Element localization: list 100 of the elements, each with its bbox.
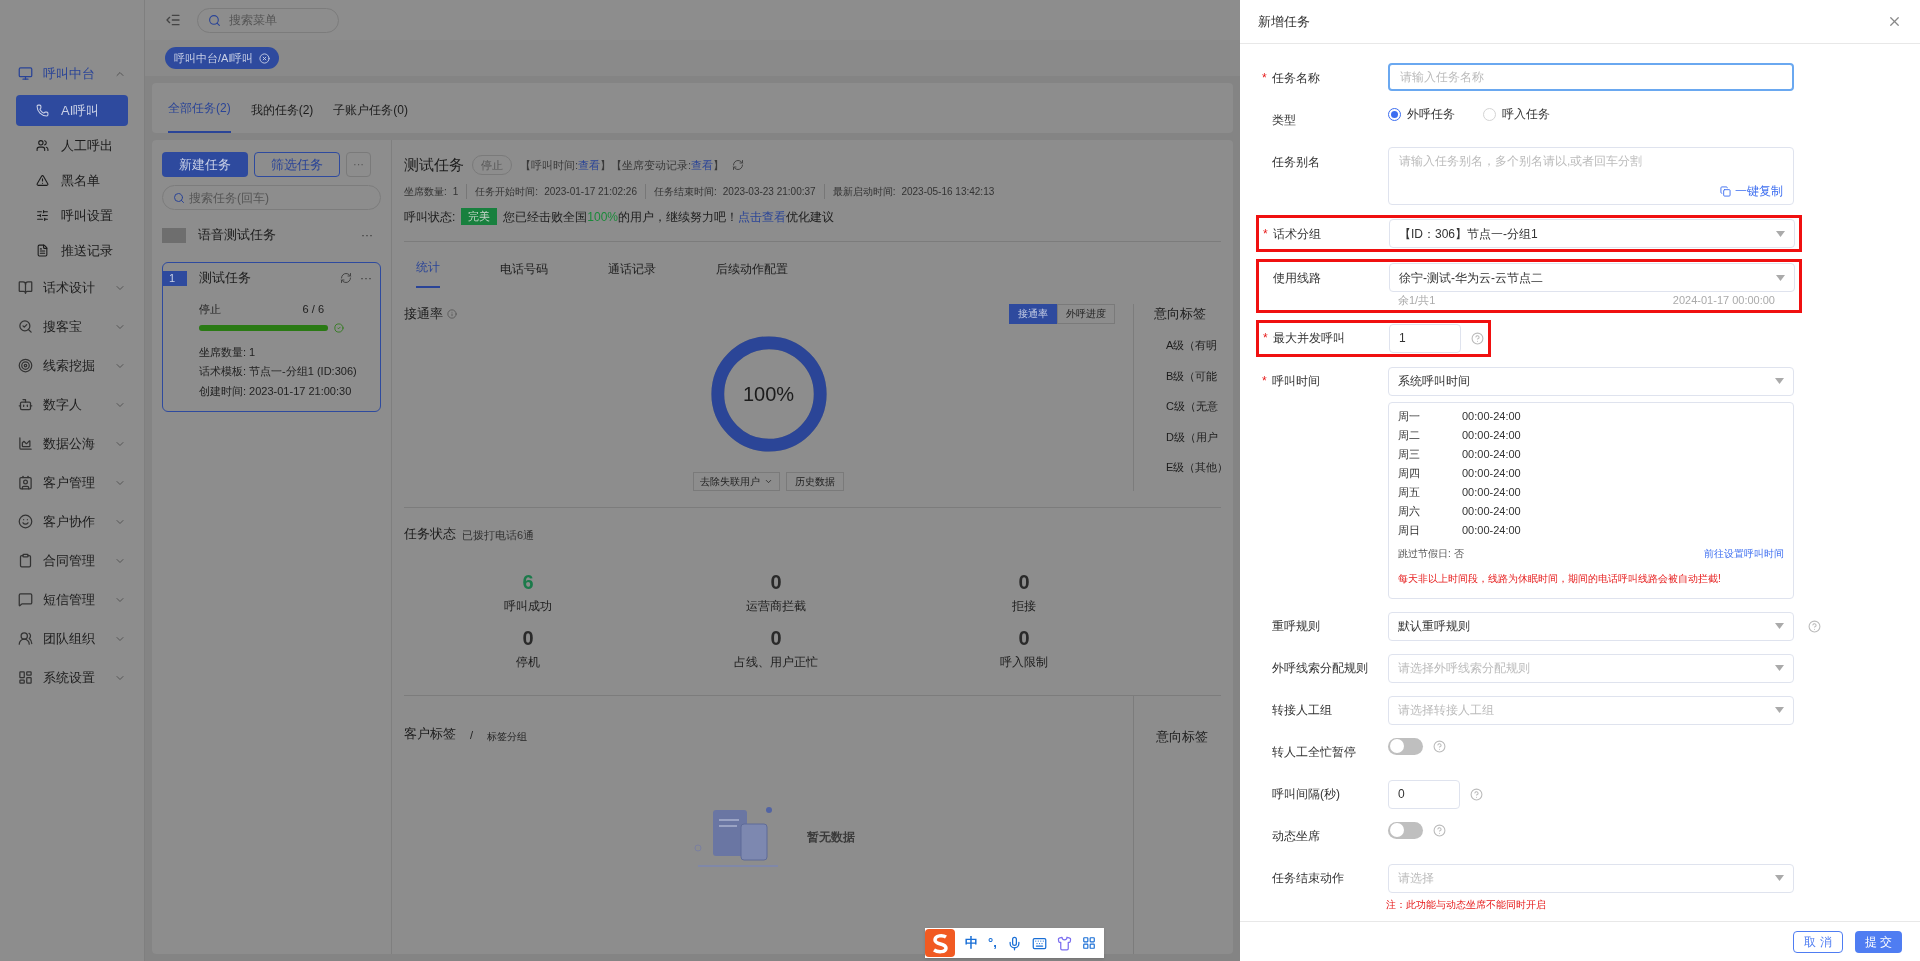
select-field[interactable]: 系统呼叫时间 <box>1388 366 1794 396</box>
radio-option[interactable]: 外呼任务 <box>1388 105 1455 123</box>
copy-all-link[interactable]: 一键复制 <box>1720 182 1783 200</box>
sidebar-item[interactable]: 合同管理 <box>0 541 144 580</box>
stat-label: 停机 <box>516 654 540 671</box>
help-icon[interactable] <box>1470 787 1483 801</box>
refresh-icon[interactable] <box>340 272 352 284</box>
stat-label: 占线、用户正忙 <box>734 654 818 671</box>
intent-tag: B级（可能 <box>1154 367 1221 384</box>
sidebar-item[interactable]: 数据公海 <box>0 424 144 463</box>
help-icon[interactable] <box>1471 331 1484 345</box>
warning-text: 每天非以上时间段，线路为休眠时间，期间的电话呼叫线路会被自动拦截! <box>1398 571 1722 586</box>
toggle-switch[interactable] <box>1388 821 1423 839</box>
keyboard-icon[interactable] <box>1031 935 1047 951</box>
toggle-button[interactable]: 接通率 <box>1009 303 1057 324</box>
select-field[interactable]: 【ID：306】节点一-分组1 <box>1389 219 1795 248</box>
submenu-item[interactable]: 呼叫设置 <box>16 200 128 231</box>
toggle-switch[interactable] <box>1388 737 1423 755</box>
task-row[interactable]: 语音测试任务 ··· <box>162 220 381 250</box>
submenu-item[interactable]: 人工呼出 <box>16 130 128 161</box>
time-range: 00:00-24:00 <box>1462 446 1521 462</box>
intent-tag: E级（其他） <box>1154 459 1221 476</box>
field-label: 使用线路 <box>1273 269 1321 287</box>
sidebar-item[interactable]: 呼叫中台 <box>0 54 144 93</box>
number-input-field[interactable]: 1 <box>1389 323 1461 353</box>
sidebar-item[interactable]: 线索挖掘 <box>0 346 144 385</box>
sub-tab[interactable]: 电话号码 <box>500 259 548 288</box>
view-link[interactable]: 查看 <box>691 157 714 174</box>
intent-tag: C级（无意 <box>1154 398 1221 415</box>
sidebar-item[interactable]: 团队组织 <box>0 619 144 658</box>
view-link[interactable]: 点击查看 <box>738 209 787 224</box>
search-icon <box>208 13 221 27</box>
view-link[interactable]: 查看 <box>578 157 601 174</box>
sub-tab[interactable]: 通话记录 <box>608 259 656 288</box>
help-icon[interactable] <box>1433 823 1446 837</box>
ime-mode-button[interactable]: °, <box>988 933 997 953</box>
shirt-icon[interactable] <box>1056 935 1072 951</box>
section-title: 任务状态 <box>404 524 456 543</box>
microphone-icon[interactable] <box>1006 935 1022 951</box>
task-tab[interactable]: 我的任务(2) <box>250 101 314 133</box>
caret-icon <box>1775 378 1784 384</box>
field-label: 任务名称 <box>1272 69 1320 87</box>
task-title: 测试任务 <box>404 155 464 175</box>
more-button[interactable]: ··· <box>360 269 372 287</box>
close-icon[interactable] <box>1887 14 1902 29</box>
sidebar-item[interactable]: 搜客宝 <box>0 307 144 346</box>
sidebar-item[interactable]: 短信管理 <box>0 580 144 619</box>
field-label: 外呼线索分配规则 <box>1272 660 1368 677</box>
help-icon[interactable] <box>1433 739 1446 753</box>
intent-tag: D级（用户 <box>1154 428 1221 445</box>
task-card[interactable]: 1 测试任务 ··· 停止 6 / 6 坐席数量: 1 话术模板: 节点一-分组1 (ID:306) 创建时间: 2023-01-17 21:00:30 <box>162 262 381 412</box>
filter-task-button[interactable]: 筛选任务 <box>254 152 340 177</box>
sidebar-item[interactable]: 客户协作 <box>0 502 144 541</box>
sidebar-item[interactable]: 话术设计 <box>0 268 144 307</box>
field-label: 任务别名 <box>1272 153 1320 171</box>
text-input-field[interactable]: 请输入任务名称 <box>1388 63 1794 91</box>
radio-option[interactable]: 呼入任务 <box>1483 105 1550 123</box>
field-label: 呼叫时间 <box>1272 373 1320 390</box>
link-bracket: 】 <box>713 158 725 173</box>
task-status: 停止 <box>199 302 221 317</box>
stat-value: 0 <box>522 626 534 651</box>
stat-label: 呼入限制 <box>1000 654 1048 671</box>
link-label: 【呼叫时间: <box>520 158 579 173</box>
refresh-icon[interactable] <box>732 159 745 172</box>
caret-icon <box>1775 875 1784 881</box>
copy-icon <box>1720 185 1731 197</box>
weekday: 周三 <box>1398 446 1421 462</box>
number-input-field[interactable]: 0 <box>1388 779 1460 809</box>
ime-logo-icon[interactable] <box>925 929 955 957</box>
submenu-item[interactable]: 推送记录 <box>16 235 128 266</box>
sidebar-item[interactable]: 系统设置 <box>0 658 144 697</box>
sub-tab[interactable]: 统计 <box>416 257 440 288</box>
submenu-item[interactable]: 黑名单 <box>16 165 128 196</box>
history-button[interactable]: 历史数据 <box>786 471 844 491</box>
set-call-time-link[interactable]: 前往设置呼叫时间 <box>1704 545 1784 561</box>
call-status-message: 您已经击败全国100%的用户，继续努力吧！点击查看优化建议 <box>503 208 835 226</box>
new-task-button[interactable]: 新建任务 <box>162 152 248 177</box>
submit-button[interactable]: 提 交 <box>1854 930 1902 953</box>
submenu-item[interactable]: AI呼叫 <box>16 95 128 126</box>
grid-icon[interactable] <box>1081 936 1096 950</box>
close-icon[interactable] <box>259 52 271 64</box>
cancel-button[interactable]: 取 消 <box>1793 930 1843 953</box>
more-button[interactable]: ··· <box>361 226 373 244</box>
alias-textarea[interactable]: 请输入任务别名，多个别名请以,或者回车分割 一键复制 <box>1388 147 1794 205</box>
filter-dropdown[interactable]: 去除失联用户 <box>693 471 780 491</box>
ime-mode-button[interactable]: 中 <box>965 933 978 953</box>
sidebar-item[interactable]: 客户管理 <box>0 463 144 502</box>
toggle-button[interactable]: 外呼进度 <box>1057 303 1115 324</box>
required-asterisk: * <box>1262 70 1267 85</box>
meta-value: 2023-01-17 21:02:26 <box>544 184 637 199</box>
task-tab[interactable]: 全部任务(2) <box>168 99 231 133</box>
sub-tab[interactable]: 后续动作配置 <box>716 259 788 288</box>
breadcrumb-tag[interactable]: 呼叫中台/AI呼叫 <box>165 47 280 69</box>
help-icon[interactable] <box>1808 619 1821 633</box>
select-field[interactable]: 徐宁-测试-华为云-云节点二 <box>1389 263 1795 292</box>
stat-value: 0 <box>770 626 782 651</box>
task-tab[interactable]: 子账户任务(0) <box>333 101 408 133</box>
sidebar-item[interactable]: 数字人 <box>0 385 144 424</box>
donut-label: 100% <box>742 382 795 405</box>
select-field[interactable]: 默认重呼规则 <box>1388 611 1794 641</box>
